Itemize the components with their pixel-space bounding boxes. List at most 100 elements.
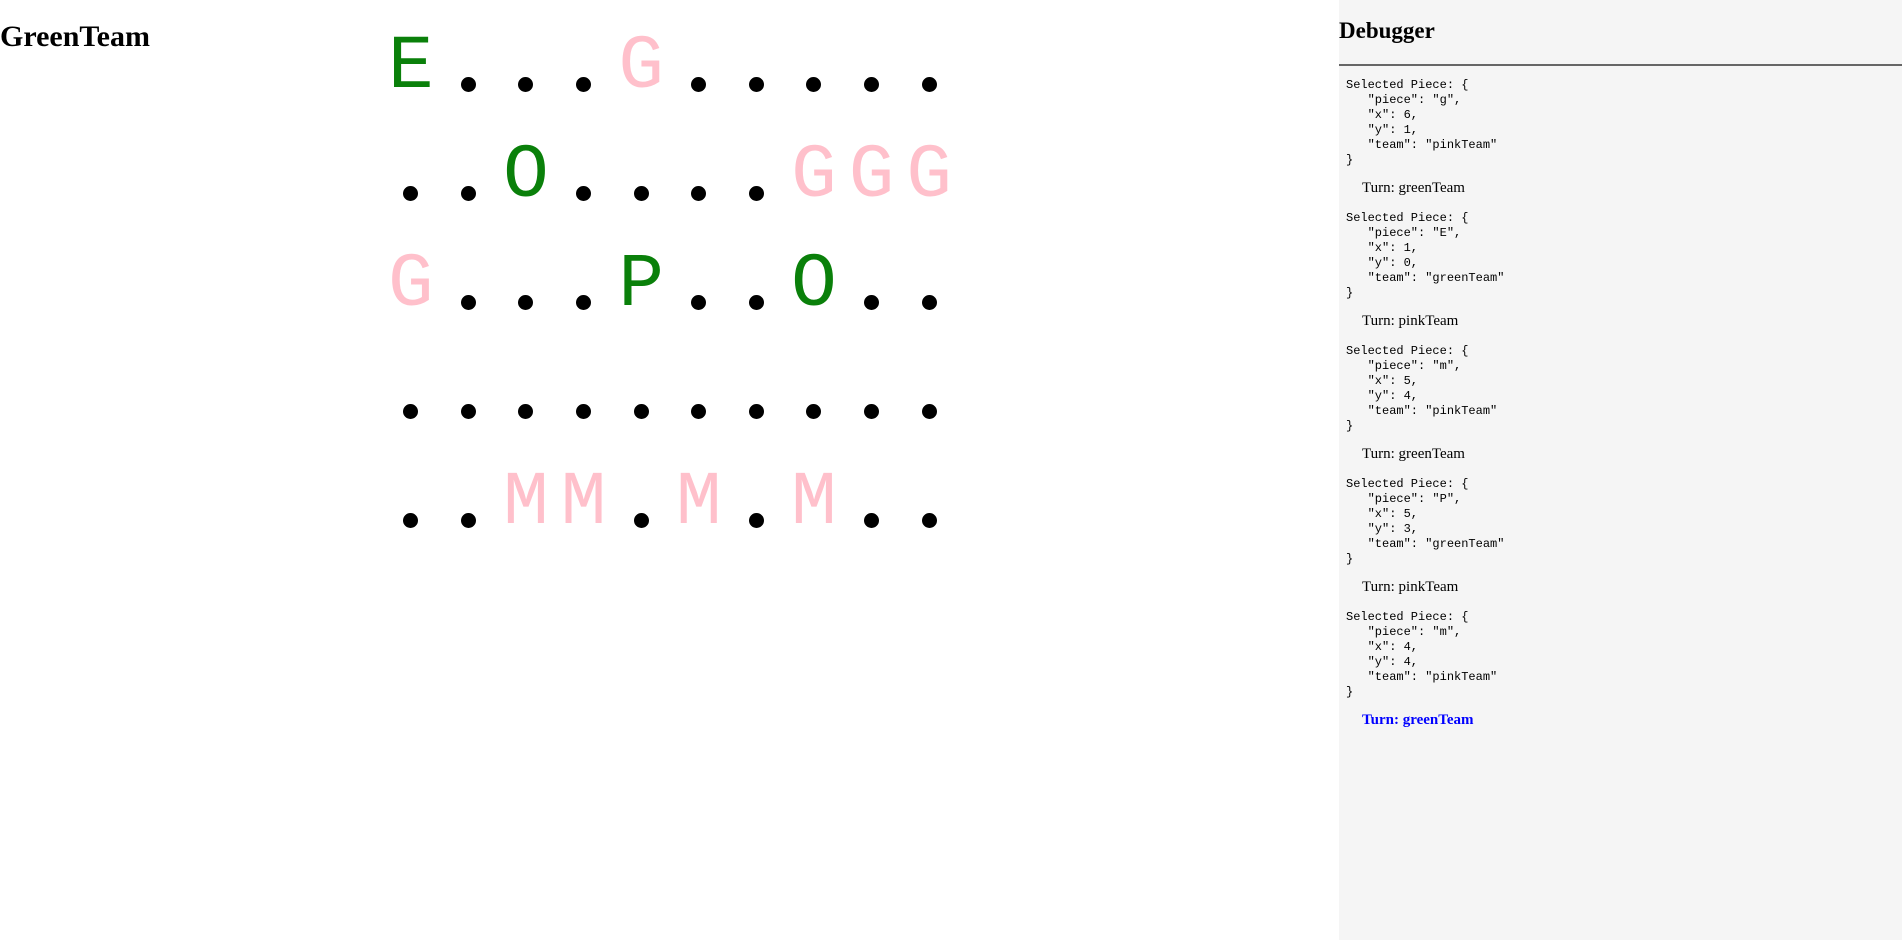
green-piece[interactable]: P bbox=[612, 230, 670, 339]
empty-square-dot: . bbox=[748, 77, 764, 92]
empty-square-dot: . bbox=[460, 295, 476, 310]
empty-square-dot: . bbox=[864, 295, 880, 310]
empty-square-dot: . bbox=[864, 404, 880, 419]
empty-square[interactable]: . bbox=[612, 121, 670, 230]
empty-square[interactable]: . bbox=[497, 230, 555, 339]
empty-square-dot: . bbox=[691, 295, 707, 310]
empty-square-dot: . bbox=[748, 513, 764, 528]
empty-square[interactable]: . bbox=[555, 230, 613, 339]
board-row: G... P.. O.. bbox=[382, 230, 962, 339]
pink-piece[interactable]: M bbox=[497, 448, 555, 557]
empty-square[interactable]: . bbox=[900, 448, 958, 557]
debugger-entry: Selected Piece: { "piece": "m", "x": 4, … bbox=[1346, 610, 1902, 729]
empty-square[interactable]: . bbox=[382, 121, 440, 230]
empty-square[interactable]: . bbox=[843, 230, 901, 339]
pink-piece[interactable]: G bbox=[900, 121, 958, 230]
empty-square[interactable]: . bbox=[900, 12, 958, 121]
empty-square[interactable]: . bbox=[382, 448, 440, 557]
empty-square[interactable]: . bbox=[728, 12, 786, 121]
empty-square[interactable]: . bbox=[670, 121, 728, 230]
empty-square-dot: . bbox=[864, 77, 880, 92]
empty-square[interactable]: . bbox=[843, 12, 901, 121]
debugger-panel: Debugger Selected Piece: { "piece": "g",… bbox=[1339, 0, 1902, 940]
empty-square-dot: . bbox=[748, 186, 764, 201]
selected-piece-json: Selected Piece: { "piece": "P", "x": 5, … bbox=[1346, 477, 1505, 566]
empty-square[interactable]: . bbox=[612, 339, 670, 448]
empty-square-dot: . bbox=[576, 77, 592, 92]
empty-square-dot: . bbox=[806, 77, 822, 92]
debugger-entry: Selected Piece: { "piece": "E", "x": 1, … bbox=[1346, 211, 1902, 330]
green-piece[interactable]: O bbox=[497, 121, 555, 230]
selected-piece-json: Selected Piece: { "piece": "m", "x": 5, … bbox=[1346, 344, 1498, 433]
empty-square-dot: . bbox=[921, 77, 937, 92]
empty-square-dot: . bbox=[403, 513, 419, 528]
empty-square-dot: . bbox=[691, 404, 707, 419]
empty-square-dot: . bbox=[921, 404, 937, 419]
pink-piece[interactable]: M bbox=[555, 448, 613, 557]
empty-square[interactable]: . bbox=[843, 339, 901, 448]
empty-square-dot: . bbox=[691, 186, 707, 201]
turn-log-line: Turn: greenTeam bbox=[1362, 446, 1465, 462]
empty-square[interactable]: . bbox=[440, 121, 498, 230]
debugger-entry: Selected Piece: { "piece": "g", "x": 6, … bbox=[1346, 78, 1902, 197]
turn-log-line: Turn: pinkTeam bbox=[1362, 579, 1459, 595]
empty-square-dot: . bbox=[748, 404, 764, 419]
empty-square[interactable]: . bbox=[670, 12, 728, 121]
empty-square-dot: . bbox=[460, 404, 476, 419]
empty-square[interactable]: . bbox=[555, 12, 613, 121]
empty-square[interactable]: . bbox=[497, 339, 555, 448]
empty-square[interactable]: . bbox=[555, 121, 613, 230]
pink-piece[interactable]: G bbox=[785, 121, 843, 230]
empty-square-dot: . bbox=[576, 295, 592, 310]
game-board: E...G.......O....GGGG...P..O............… bbox=[382, 12, 962, 557]
empty-square[interactable]: . bbox=[728, 339, 786, 448]
empty-square-dot: . bbox=[633, 404, 649, 419]
empty-square[interactable]: . bbox=[497, 12, 555, 121]
empty-square[interactable]: . bbox=[728, 121, 786, 230]
green-piece[interactable]: E bbox=[382, 12, 440, 121]
empty-square[interactable]: . bbox=[670, 339, 728, 448]
empty-square-dot: . bbox=[460, 186, 476, 201]
empty-square-dot: . bbox=[921, 295, 937, 310]
pink-piece[interactable]: G bbox=[843, 121, 901, 230]
pink-piece[interactable]: M bbox=[785, 448, 843, 557]
empty-square-dot: . bbox=[518, 77, 534, 92]
empty-square[interactable]: . bbox=[728, 448, 786, 557]
debugger-entry: Selected Piece: { "piece": "P", "x": 5, … bbox=[1346, 477, 1902, 596]
board-row: E... G..... bbox=[382, 12, 962, 121]
debugger-entry: Selected Piece: { "piece": "m", "x": 5, … bbox=[1346, 344, 1902, 463]
debugger-log: Selected Piece: { "piece": "g", "x": 6, … bbox=[1339, 78, 1902, 729]
empty-square-dot: . bbox=[403, 404, 419, 419]
empty-square[interactable]: . bbox=[440, 230, 498, 339]
empty-square-dot: . bbox=[576, 404, 592, 419]
empty-square[interactable]: . bbox=[612, 448, 670, 557]
empty-square[interactable]: . bbox=[440, 339, 498, 448]
pink-piece[interactable]: G bbox=[612, 12, 670, 121]
empty-square[interactable]: . bbox=[843, 448, 901, 557]
empty-square[interactable]: . bbox=[382, 339, 440, 448]
empty-square-dot: . bbox=[460, 513, 476, 528]
pink-piece[interactable]: G bbox=[382, 230, 440, 339]
empty-square-dot: . bbox=[633, 186, 649, 201]
empty-square[interactable]: . bbox=[785, 12, 843, 121]
empty-square[interactable]: . bbox=[785, 339, 843, 448]
empty-square-dot: . bbox=[518, 404, 534, 419]
empty-square[interactable]: . bbox=[900, 339, 958, 448]
pink-piece[interactable]: M bbox=[670, 448, 728, 557]
empty-square[interactable]: . bbox=[728, 230, 786, 339]
empty-square-dot: . bbox=[460, 77, 476, 92]
empty-square[interactable]: . bbox=[440, 448, 498, 557]
board-row: .......... bbox=[382, 339, 962, 448]
empty-square-dot: . bbox=[921, 513, 937, 528]
empty-square[interactable]: . bbox=[900, 230, 958, 339]
empty-square-dot: . bbox=[403, 186, 419, 201]
green-piece[interactable]: O bbox=[785, 230, 843, 339]
current-turn-indicator: Turn: greenTeam bbox=[1362, 712, 1474, 728]
current-team-title: GreenTeam bbox=[0, 20, 150, 53]
empty-square[interactable]: . bbox=[440, 12, 498, 121]
empty-square[interactable]: . bbox=[670, 230, 728, 339]
selected-piece-json: Selected Piece: { "piece": "m", "x": 4, … bbox=[1346, 610, 1498, 699]
empty-square[interactable]: . bbox=[555, 339, 613, 448]
selected-piece-json: Selected Piece: { "piece": "g", "x": 6, … bbox=[1346, 78, 1498, 167]
turn-log-line: Turn: pinkTeam bbox=[1362, 313, 1459, 329]
